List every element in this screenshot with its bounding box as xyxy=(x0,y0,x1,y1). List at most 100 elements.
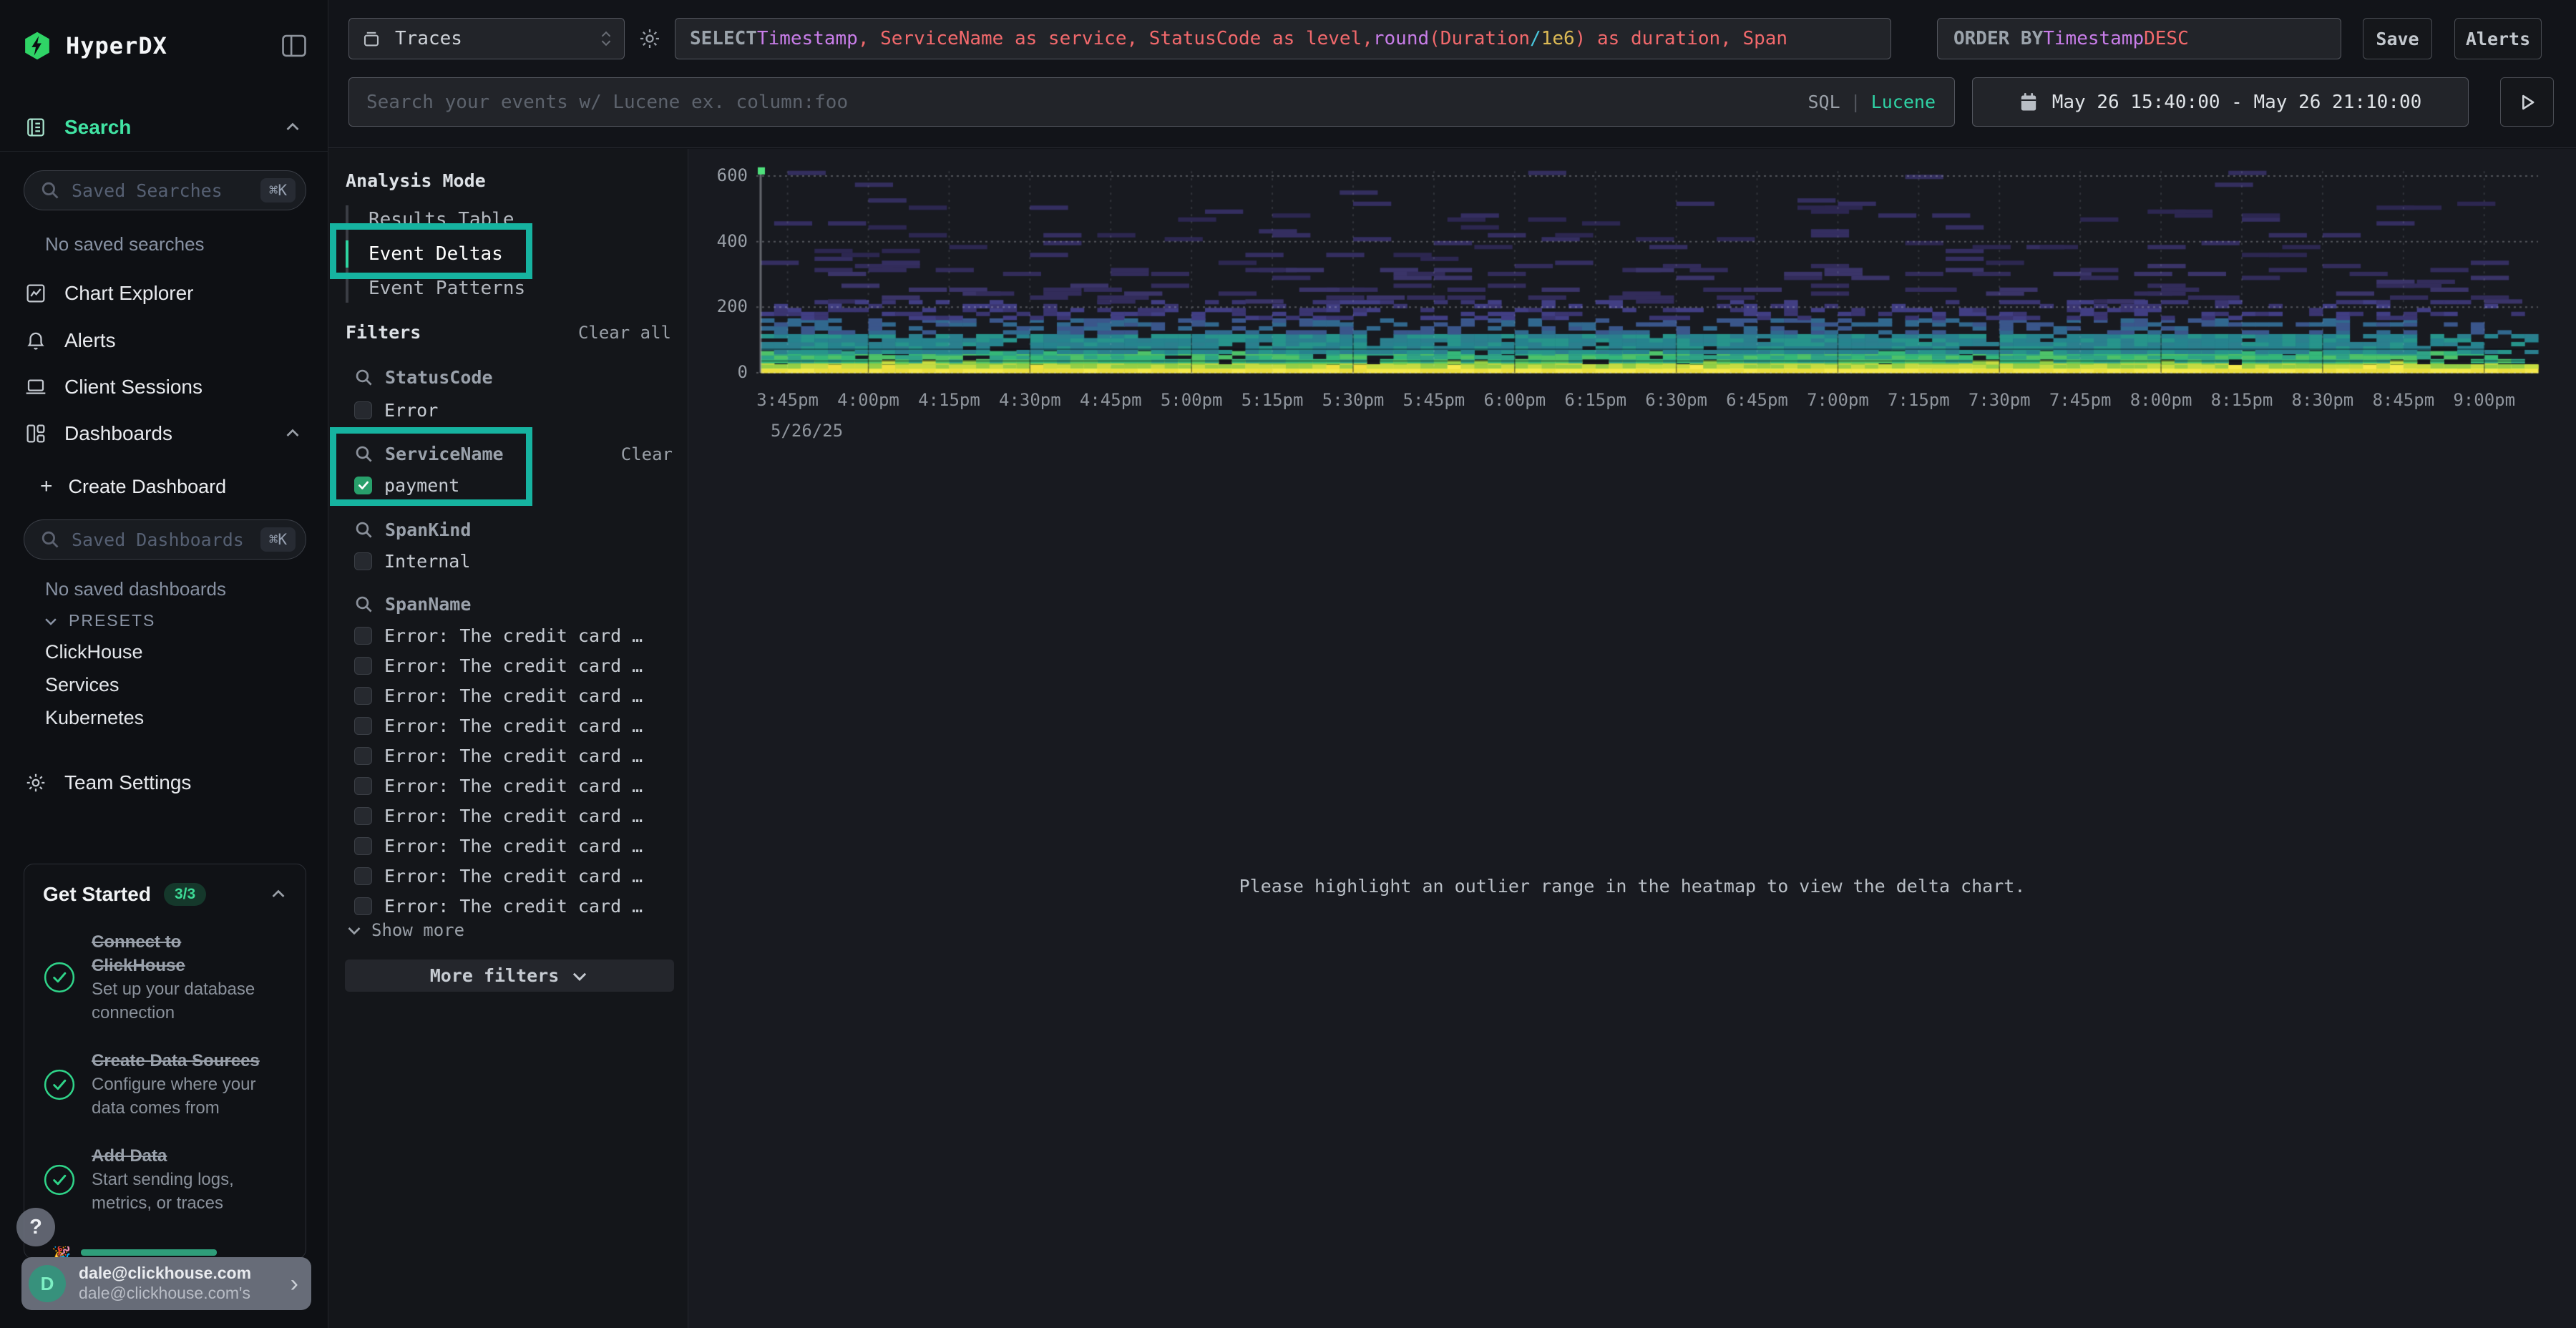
search-input[interactable]: Search your events w/ Lucene ex. column:… xyxy=(348,77,1955,127)
checkbox-unchecked[interactable] xyxy=(354,867,372,885)
filter-option-payment[interactable]: payment xyxy=(354,470,673,500)
order-by-input[interactable]: ORDER BY Timestamp DESC xyxy=(1937,18,2341,59)
create-dashboard-button[interactable]: + Create Dashboard xyxy=(40,474,226,499)
filter-group-name: SpanKind xyxy=(385,519,471,540)
get-started-progress-badge: 3/3 xyxy=(164,883,206,906)
search-icon xyxy=(40,180,60,200)
checkbox-unchecked[interactable] xyxy=(354,897,372,915)
sidebar-item-chart-explorer[interactable]: Chart Explorer xyxy=(0,276,328,311)
checkbox-checked[interactable] xyxy=(354,477,372,494)
filter-group-spankind: SpanKind Internal xyxy=(354,519,673,576)
get-started-item[interactable]: Add Data Start sending logs, metrics, or… xyxy=(43,1144,287,1215)
source-select[interactable]: Traces xyxy=(348,18,625,59)
source-select-value: Traces xyxy=(395,28,462,49)
date-range-value: May 26 15:40:00 - May 26 21:10:00 xyxy=(2052,92,2422,113)
language-sql-option[interactable]: SQL xyxy=(1807,92,1840,112)
x-axis-tick: 6:15pm xyxy=(1549,390,1642,410)
checkbox-unchecked[interactable] xyxy=(354,401,372,419)
chevron-up-icon[interactable] xyxy=(284,425,301,442)
filter-option-spanname[interactable]: Error: The credit card … xyxy=(354,741,673,771)
checkbox-unchecked[interactable] xyxy=(354,747,372,765)
user-menu[interactable]: D dale@clickhouse.com dale@clickhouse.co… xyxy=(21,1257,311,1310)
checkbox-unchecked[interactable] xyxy=(354,657,372,675)
x-axis-tick: 4:15pm xyxy=(902,390,995,410)
filter-option-internal[interactable]: Internal xyxy=(354,546,673,576)
no-saved-dashboards-text: No saved dashboards xyxy=(45,578,226,600)
language-lucene-option[interactable]: Lucene xyxy=(1871,92,1936,112)
tab-event-deltas[interactable]: Event Deltas xyxy=(346,237,660,271)
x-axis-tick: 7:45pm xyxy=(2034,390,2127,410)
collapse-sidebar-icon[interactable] xyxy=(280,34,308,58)
save-button[interactable]: Save xyxy=(2363,18,2432,59)
show-more-button[interactable]: Show more xyxy=(346,920,464,940)
search-icon[interactable] xyxy=(354,444,374,464)
filter-option-spanname[interactable]: Error: The credit card … xyxy=(354,771,673,801)
sidebar-item-dashboards[interactable]: Dashboards xyxy=(0,416,328,451)
search-icon[interactable] xyxy=(354,520,374,540)
filter-group-name: StatusCode xyxy=(385,367,493,388)
sidebar-item-label: Alerts xyxy=(64,329,116,352)
search-icon[interactable] xyxy=(354,368,374,387)
chevron-down-icon xyxy=(43,613,59,629)
duration-heatmap-canvas[interactable] xyxy=(688,149,2576,456)
sidebar-item-alerts[interactable]: Alerts xyxy=(0,323,328,358)
brand-row: HyperDX xyxy=(21,24,308,67)
chevron-up-icon[interactable] xyxy=(284,119,301,136)
checkbox-unchecked[interactable] xyxy=(354,552,372,570)
presets-toggle[interactable]: PRESETS xyxy=(43,611,155,630)
help-button[interactable]: ? xyxy=(16,1208,55,1246)
get-started-item[interactable]: Connect to ClickHouse Set up your databa… xyxy=(43,930,287,1025)
kbd-shortcut: ⌘K xyxy=(260,178,296,202)
clear-servicename-filter-button[interactable]: Clear xyxy=(621,444,673,464)
more-filters-button[interactable]: More filters xyxy=(345,960,674,992)
chevron-up-icon[interactable] xyxy=(270,886,287,903)
filter-option-spanname[interactable]: Error: The credit card … xyxy=(354,620,673,650)
select-chevrons-icon xyxy=(600,31,613,47)
filter-option-spanname[interactable]: Error: The credit card … xyxy=(354,650,673,680)
x-axis-tick: 8:00pm xyxy=(2114,390,2207,410)
get-started-item[interactable]: Create Data Sources Configure where your… xyxy=(43,1049,287,1120)
checkbox-unchecked[interactable] xyxy=(354,717,372,735)
preset-kubernetes[interactable]: Kubernetes xyxy=(45,707,144,729)
tab-results-table[interactable]: Results Table xyxy=(346,202,660,237)
x-axis-tick: 9:00pm xyxy=(2438,390,2531,410)
preset-services[interactable]: Services xyxy=(45,674,119,696)
checkbox-unchecked[interactable] xyxy=(354,687,372,705)
filter-option-spanname[interactable]: Error: The credit card … xyxy=(354,711,673,741)
filter-option-spanname[interactable]: Error: The credit card … xyxy=(354,891,673,921)
checkbox-unchecked[interactable] xyxy=(354,627,372,645)
saved-dashboards-input[interactable]: Saved Dashboards ⌘K xyxy=(24,519,306,560)
tab-event-patterns[interactable]: Event Patterns xyxy=(346,271,660,306)
run-query-button[interactable] xyxy=(2500,77,2554,127)
clear-all-filters-button[interactable]: Clear all xyxy=(578,323,671,343)
sidebar-item-client-sessions[interactable]: Client Sessions xyxy=(0,370,328,404)
saved-searches-placeholder: Saved Searches xyxy=(72,180,223,201)
search-page-icon xyxy=(24,116,49,139)
filter-option-error[interactable]: Error xyxy=(354,395,673,425)
sql-select-input[interactable]: SELECT Timestamp, ServiceName as service… xyxy=(675,18,1891,59)
x-axis-tick: 8:45pm xyxy=(2357,390,2450,410)
filter-option-spanname[interactable]: Error: The credit card … xyxy=(354,861,673,891)
search-icon[interactable] xyxy=(354,595,374,614)
filter-option-spanname[interactable]: Error: The credit card … xyxy=(354,801,673,831)
date-range-picker[interactable]: May 26 15:40:00 - May 26 21:10:00 xyxy=(1972,77,2469,127)
checkbox-unchecked[interactable] xyxy=(354,777,372,795)
avatar: D xyxy=(29,1265,66,1302)
checkbox-unchecked[interactable] xyxy=(354,807,372,825)
filter-option-spanname[interactable]: Error: The credit card … xyxy=(354,680,673,711)
hyperdx-app: HyperDX Search Saved Searches ⌘K No save… xyxy=(0,0,2576,1328)
delta-chart-placeholder-message: Please highlight an outlier range in the… xyxy=(688,876,2576,897)
filter-option-spanname[interactable]: Error: The credit card … xyxy=(354,831,673,861)
y-axis-tick: 600 xyxy=(691,165,748,185)
sidebar-item-search[interactable]: Search xyxy=(0,110,328,145)
preset-clickhouse[interactable]: ClickHouse xyxy=(45,641,143,663)
heatmap-date-label: 5/26/25 xyxy=(771,421,843,441)
source-settings-button[interactable] xyxy=(625,26,675,51)
x-axis-tick: 5:45pm xyxy=(1387,390,1480,410)
x-axis-tick: 8:15pm xyxy=(2195,390,2288,410)
saved-searches-input[interactable]: Saved Searches ⌘K xyxy=(24,170,306,210)
alerts-button[interactable]: Alerts xyxy=(2454,18,2542,59)
gear-icon xyxy=(24,771,49,794)
checkbox-unchecked[interactable] xyxy=(354,837,372,855)
sidebar-item-team-settings[interactable]: Team Settings xyxy=(0,766,328,800)
